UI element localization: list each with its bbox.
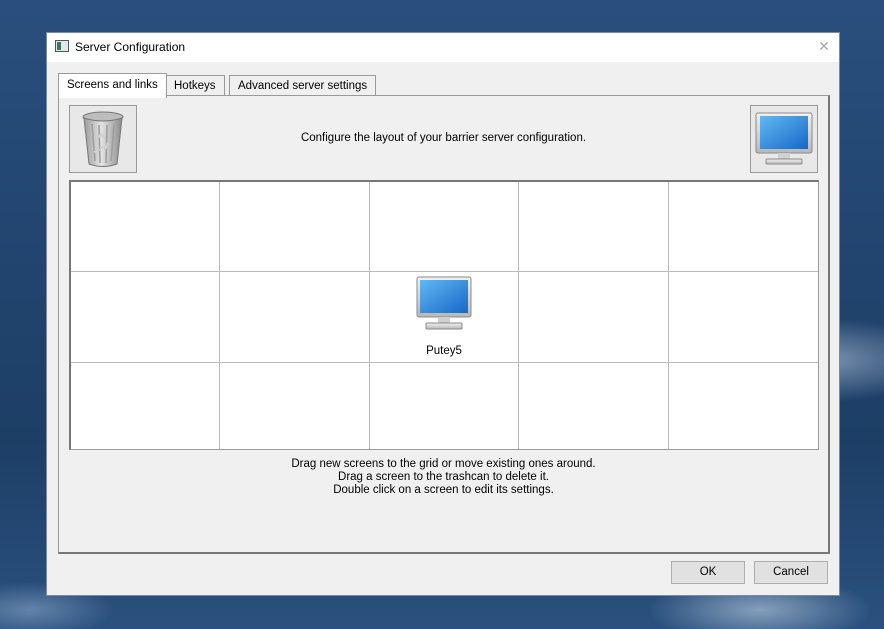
cancel-button[interactable]: Cancel	[754, 561, 828, 584]
window-title: Server Configuration	[75, 40, 186, 54]
grid-cell[interactable]	[669, 363, 818, 449]
close-button[interactable]: ✕	[815, 37, 833, 55]
screen-putey5[interactable]: Putey5	[370, 276, 518, 357]
ok-button[interactable]: OK	[671, 561, 745, 584]
screen-name-label: Putey5	[426, 345, 462, 357]
grid-cell[interactable]	[369, 182, 520, 272]
tab-advanced-server-settings[interactable]: Advanced server settings	[229, 75, 377, 96]
server-configuration-window: Server Configuration ✕ Screens and links…	[46, 32, 840, 596]
grid-cell[interactable]	[220, 363, 370, 449]
grid-cell[interactable]	[668, 272, 818, 363]
grid-cell[interactable]: Putey5	[369, 272, 520, 363]
grid-cell[interactable]	[220, 182, 370, 272]
new-screen-button[interactable]	[750, 105, 818, 173]
tab-screens-and-links[interactable]: Screens and links	[58, 73, 167, 98]
app-icon	[55, 40, 69, 52]
tab-hotkeys[interactable]: Hotkeys	[165, 75, 225, 96]
grid-cell[interactable]	[220, 272, 370, 363]
grid-cell[interactable]	[668, 182, 818, 272]
help-line: Double click on a screen to edit its set…	[333, 484, 554, 496]
help-line: Drag new screens to the grid or move exi…	[291, 458, 596, 470]
monitor-icon	[755, 112, 813, 165]
grid-cell[interactable]	[71, 272, 221, 363]
help-text: Drag new screens to the grid or move exi…	[59, 458, 828, 497]
grid-cell[interactable]	[370, 363, 520, 449]
title-bar: Server Configuration ✕	[47, 33, 839, 62]
grid-cell[interactable]	[519, 363, 669, 449]
screens-and-links-panel: Configure the layout of your barrier ser…	[58, 95, 830, 554]
grid-cell[interactable]	[71, 182, 221, 272]
grid-cell[interactable]	[519, 182, 669, 272]
grid-cell[interactable]	[519, 272, 669, 363]
monitor-icon	[416, 276, 472, 330]
grid-cell[interactable]	[71, 363, 221, 449]
screen-grid[interactable]: Putey5	[69, 180, 819, 450]
help-line: Drag a screen to the trashcan to delete …	[338, 471, 549, 483]
intro-text: Configure the layout of your barrier ser…	[300, 132, 587, 144]
